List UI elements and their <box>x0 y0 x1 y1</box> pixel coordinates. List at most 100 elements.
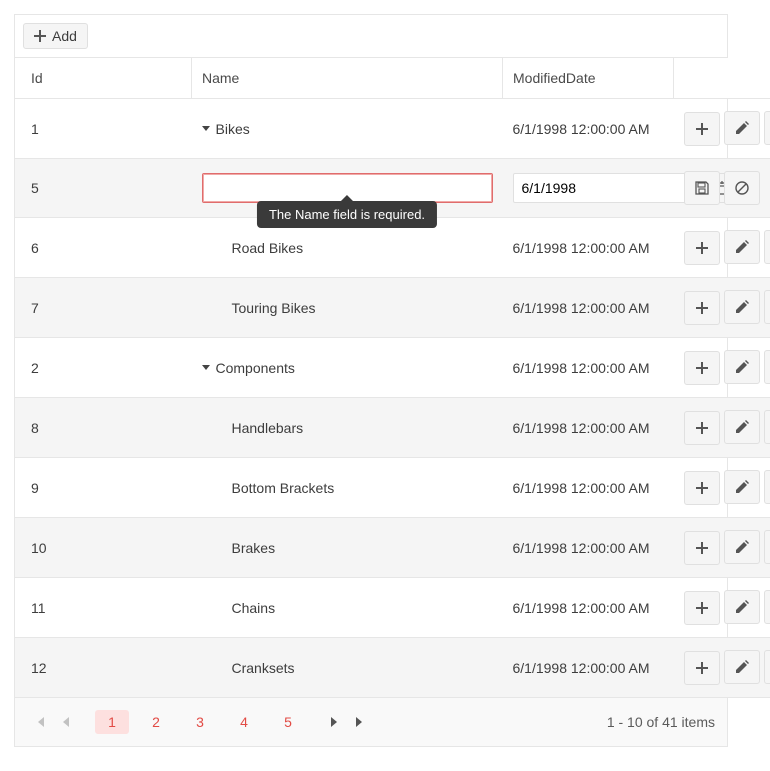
cell-id: 10 <box>15 518 192 578</box>
add-button-label: Add <box>52 29 77 43</box>
cell-name: Handlebars <box>192 398 503 458</box>
delete-button[interactable] <box>764 111 770 145</box>
delete-button[interactable] <box>764 410 770 444</box>
cell-actions <box>674 518 770 578</box>
pager-prev-button[interactable] <box>53 708 79 736</box>
cancel-button[interactable] <box>724 171 760 205</box>
plus-icon <box>696 482 708 494</box>
cell-id: 2 <box>15 338 192 398</box>
cell-actions <box>674 278 770 338</box>
add-child-button[interactable] <box>684 591 720 625</box>
cancel-icon <box>735 181 749 195</box>
cell-actions <box>674 338 770 398</box>
cell-id: 9 <box>15 458 192 518</box>
table-row: 1Bikes6/1/1998 12:00:00 AM <box>15 99 770 159</box>
grid-pager: 12345 1 - 10 of 41 items <box>15 698 727 746</box>
expand-caret-icon[interactable] <box>202 365 210 370</box>
page-number[interactable]: 1 <box>95 710 129 734</box>
cell-name: Road Bikes <box>192 218 503 278</box>
add-child-button[interactable] <box>684 411 720 445</box>
delete-button[interactable] <box>764 230 770 264</box>
delete-button[interactable] <box>764 470 770 504</box>
edit-button[interactable] <box>724 350 760 384</box>
page-number[interactable]: 3 <box>183 710 217 734</box>
table-row: 8Handlebars6/1/1998 12:00:00 AM <box>15 398 770 458</box>
delete-button[interactable] <box>764 650 770 684</box>
pencil-icon <box>735 360 749 374</box>
add-child-button[interactable] <box>684 651 720 685</box>
add-child-button[interactable] <box>684 112 720 146</box>
date-input[interactable] <box>513 173 712 203</box>
pencil-icon <box>735 660 749 674</box>
add-child-button[interactable] <box>684 531 720 565</box>
pencil-icon <box>735 540 749 554</box>
cell-id: 5 <box>15 159 192 218</box>
page-number[interactable]: 2 <box>139 710 173 734</box>
cell-name: Bottom Brackets <box>192 458 503 518</box>
cell-date: 6/1/1998 12:00:00 AM <box>503 518 674 578</box>
cell-actions <box>674 218 770 278</box>
pencil-icon <box>735 600 749 614</box>
pencil-icon <box>735 420 749 434</box>
cell-date <box>503 159 674 218</box>
edit-button[interactable] <box>724 111 760 145</box>
header-id[interactable]: Id <box>15 58 192 99</box>
cell-id: 12 <box>15 638 192 698</box>
add-button[interactable]: Add <box>23 23 88 49</box>
add-child-button[interactable] <box>684 471 720 505</box>
table-row: 6Road Bikes6/1/1998 12:00:00 AM <box>15 218 770 278</box>
cell-actions <box>674 578 770 638</box>
cell-actions <box>674 398 770 458</box>
table-row: 5The Name field is required. <box>15 159 770 218</box>
edit-button[interactable] <box>724 410 760 444</box>
delete-button[interactable] <box>764 290 770 324</box>
delete-button[interactable] <box>764 350 770 384</box>
name-text: Road Bikes <box>232 240 304 256</box>
first-page-icon <box>35 717 45 727</box>
name-input[interactable] <box>202 173 493 203</box>
cell-id: 6 <box>15 218 192 278</box>
table-row: 9Bottom Brackets6/1/1998 12:00:00 AM <box>15 458 770 518</box>
delete-button[interactable] <box>764 590 770 624</box>
header-name[interactable]: Name <box>192 58 503 99</box>
name-text: Bottom Brackets <box>232 480 335 496</box>
cell-date: 6/1/1998 12:00:00 AM <box>503 338 674 398</box>
add-child-button[interactable] <box>684 351 720 385</box>
cell-name: Chains <box>192 578 503 638</box>
last-page-icon <box>355 717 365 727</box>
add-child-button[interactable] <box>684 291 720 325</box>
edit-button[interactable] <box>724 530 760 564</box>
edit-button[interactable] <box>724 470 760 504</box>
plus-icon <box>696 662 708 674</box>
pencil-icon <box>735 480 749 494</box>
edit-button[interactable] <box>724 590 760 624</box>
cell-actions <box>674 159 770 218</box>
name-text: Touring Bikes <box>232 300 316 316</box>
header-row: Id Name ModifiedDate <box>15 58 770 99</box>
page-number[interactable]: 4 <box>227 710 261 734</box>
table-row: 10Brakes6/1/1998 12:00:00 AM <box>15 518 770 578</box>
save-button[interactable] <box>684 171 720 205</box>
expand-caret-icon[interactable] <box>202 126 210 131</box>
plus-icon <box>696 422 708 434</box>
page-number[interactable]: 5 <box>271 710 305 734</box>
edit-button[interactable] <box>724 290 760 324</box>
cell-id: 8 <box>15 398 192 458</box>
pager-next-button[interactable] <box>321 708 347 736</box>
edit-button[interactable] <box>724 650 760 684</box>
pager-last-button[interactable] <box>347 708 373 736</box>
cell-date: 6/1/1998 12:00:00 AM <box>503 278 674 338</box>
plus-icon <box>696 542 708 554</box>
cell-date: 6/1/1998 12:00:00 AM <box>503 578 674 638</box>
pencil-icon <box>735 240 749 254</box>
cell-name: The Name field is required. <box>192 159 503 218</box>
add-child-button[interactable] <box>684 231 720 265</box>
plus-icon <box>696 123 708 135</box>
pager-first-button[interactable] <box>27 708 53 736</box>
table-row: 7Touring Bikes6/1/1998 12:00:00 AM <box>15 278 770 338</box>
pencil-icon <box>735 121 749 135</box>
header-date[interactable]: ModifiedDate <box>503 58 674 99</box>
cell-name: Cranksets <box>192 638 503 698</box>
delete-button[interactable] <box>764 530 770 564</box>
edit-button[interactable] <box>724 230 760 264</box>
